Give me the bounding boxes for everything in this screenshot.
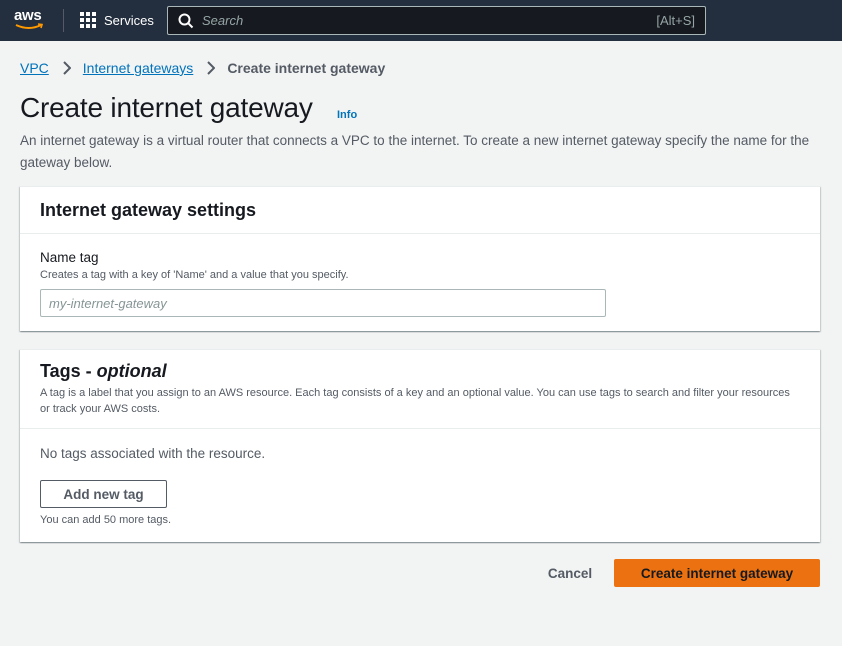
name-tag-description: Creates a tag with a key of 'Name' and a… bbox=[40, 269, 349, 281]
page-description: An internet gateway is a virtual router … bbox=[20, 133, 810, 170]
breadcrumb: VPC Internet gateways Create internet ga… bbox=[20, 60, 385, 76]
no-tags-message: No tags associated with the resource. bbox=[40, 446, 266, 461]
panel-title: Tags - optional bbox=[40, 361, 167, 382]
grid-icon bbox=[80, 12, 96, 28]
panel-header: Internet gateway settings bbox=[20, 187, 820, 234]
panel-header: Tags - optional A tag is a label that yo… bbox=[20, 350, 820, 429]
panel-title: Internet gateway settings bbox=[40, 200, 257, 220]
breadcrumb-internet-gateways[interactable]: Internet gateways bbox=[83, 60, 194, 76]
tags-title-optional: optional bbox=[96, 361, 167, 381]
search-input[interactable] bbox=[202, 7, 642, 34]
name-tag-input[interactable] bbox=[40, 289, 606, 317]
chevron-right-icon bbox=[63, 61, 71, 75]
nav-divider bbox=[63, 9, 64, 32]
add-new-tag-button[interactable]: Add new tag bbox=[40, 480, 167, 508]
breadcrumb-current: Create internet gateway bbox=[227, 60, 386, 76]
services-label: Services bbox=[104, 12, 154, 28]
search-shortcut-hint: [Alt+S] bbox=[656, 13, 695, 28]
search-icon bbox=[178, 13, 194, 29]
aws-smile-icon bbox=[15, 23, 44, 29]
page-title: Create internet gateway bbox=[20, 92, 313, 123]
search-bar[interactable]: [Alt+S] bbox=[167, 6, 706, 35]
tags-description: A tag is a label that you assign to an A… bbox=[40, 387, 790, 415]
tags-panel: Tags - optional A tag is a label that yo… bbox=[20, 349, 820, 542]
cancel-button[interactable]: Cancel bbox=[536, 559, 604, 587]
chevron-right-icon bbox=[207, 61, 216, 75]
services-menu-button[interactable]: Services bbox=[80, 12, 154, 28]
create-internet-gateway-button[interactable]: Create internet gateway bbox=[614, 559, 820, 587]
tags-title-prefix: Tags - bbox=[40, 361, 97, 381]
name-tag-label: Name tag bbox=[40, 250, 99, 265]
info-link[interactable]: Info bbox=[337, 109, 357, 121]
breadcrumb-vpc[interactable]: VPC bbox=[20, 60, 49, 76]
aws-logo[interactable]: aws bbox=[14, 8, 48, 34]
aws-logo-text: aws bbox=[14, 7, 42, 24]
top-navigation: aws Services [Alt+S] bbox=[0, 0, 842, 41]
tag-limit-text: You can add 50 more tags. bbox=[40, 514, 172, 526]
internet-gateway-settings-panel: Internet gateway settings Name tag Creat… bbox=[20, 186, 820, 331]
